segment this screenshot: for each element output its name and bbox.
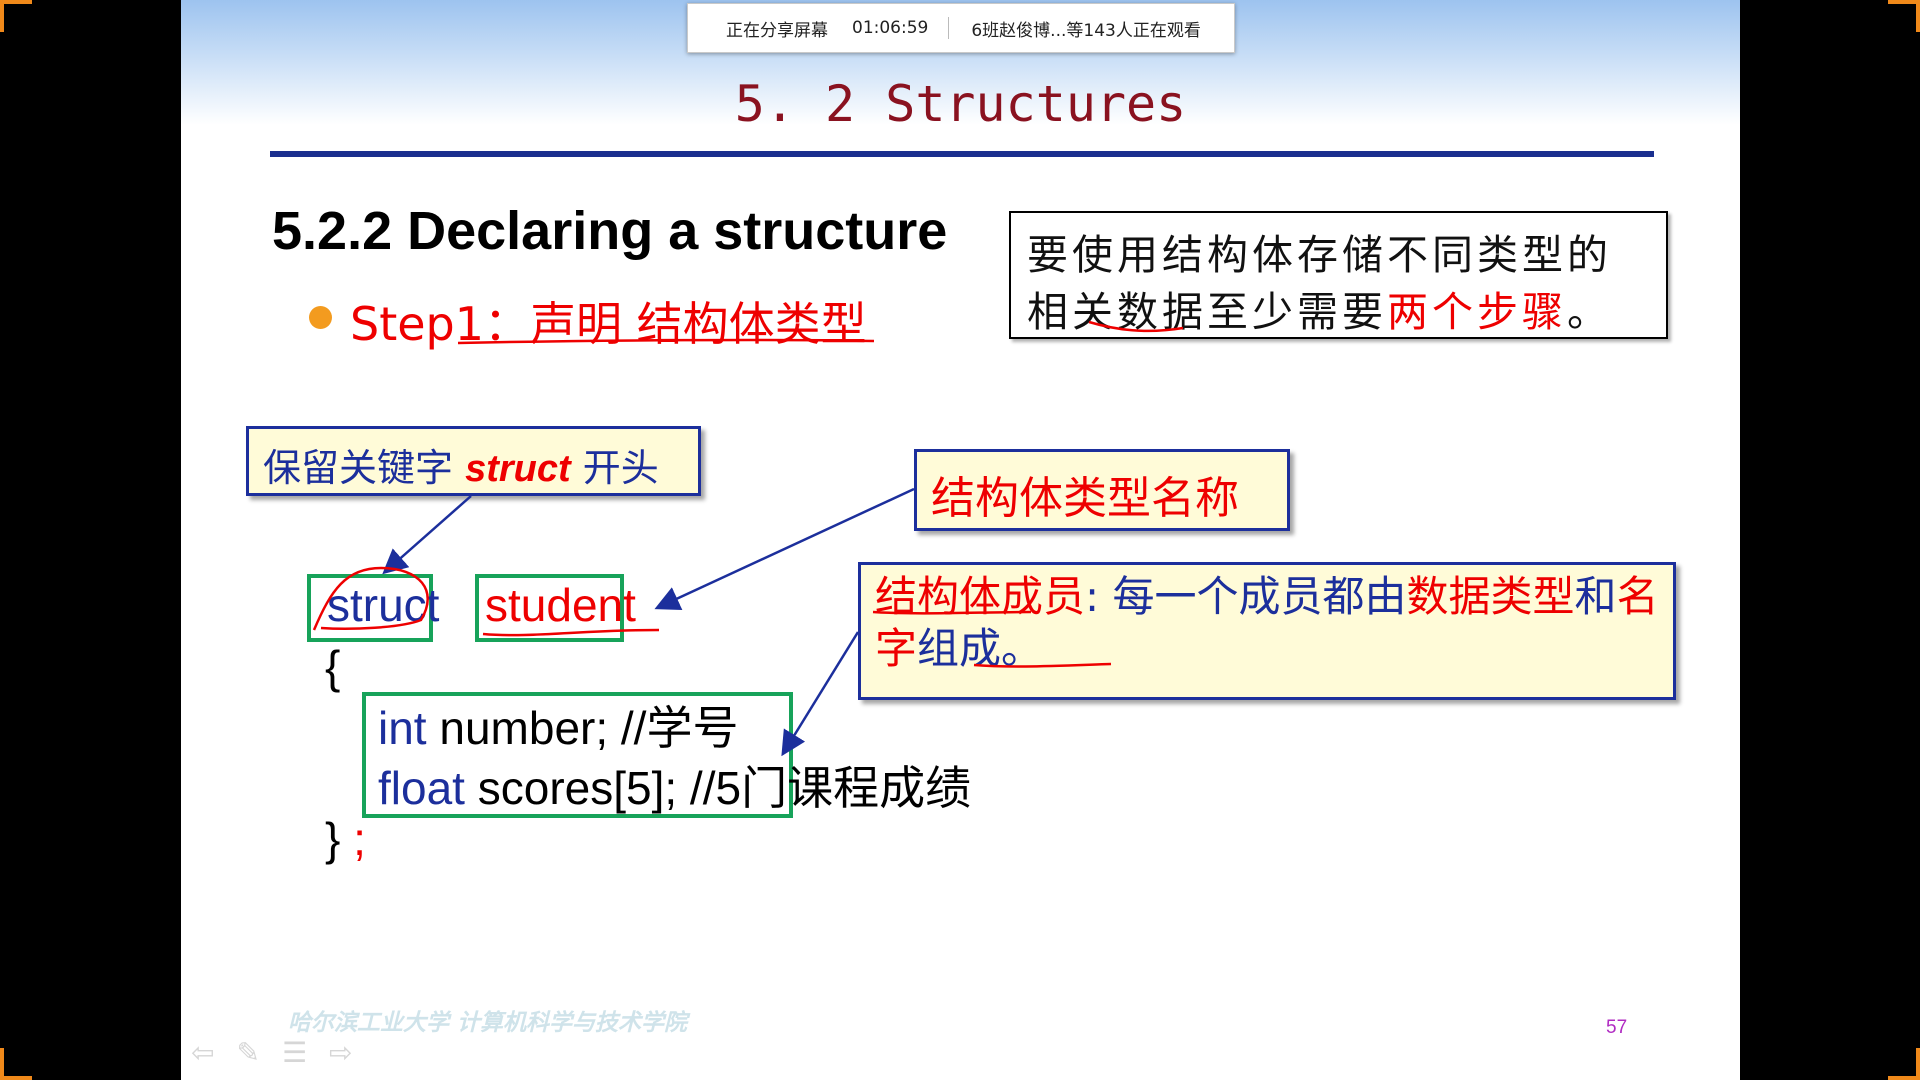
slide-nav-toolbar: ⇦ ✎ ☰ ⇨ bbox=[191, 1036, 353, 1069]
arrow-type-name bbox=[654, 487, 915, 610]
menu-icon[interactable]: ☰ bbox=[282, 1036, 307, 1069]
hand-underline-members-name bbox=[973, 662, 1112, 668]
corner-marker-top-right bbox=[1888, 0, 1920, 32]
annotation-overlay bbox=[312, 320, 1184, 757]
arrow-keyword bbox=[382, 495, 472, 575]
arrow-right-icon[interactable]: ⇨ bbox=[329, 1036, 352, 1069]
pen-icon[interactable]: ✎ bbox=[236, 1036, 259, 1069]
hand-underline-student bbox=[482, 628, 660, 637]
corner-marker-bottom-right bbox=[1888, 1048, 1920, 1080]
corner-marker-bottom-left bbox=[0, 1048, 32, 1080]
presentation-slide: 正在分享屏幕 01:06:59 6班赵俊博...等143人正在观看 5. 2 S… bbox=[181, 0, 1740, 1080]
hand-circle-struct bbox=[312, 566, 429, 631]
hand-underline-step1 bbox=[457, 338, 875, 345]
footer-brand: 哈尔滨工业大学 计算机科学与技术学院 bbox=[288, 1009, 688, 1036]
hand-underline-note bbox=[1088, 320, 1184, 333]
hand-underline-members-term bbox=[872, 610, 1032, 615]
page-number: 57 bbox=[1606, 1017, 1628, 1038]
corner-marker-top-left bbox=[0, 0, 32, 32]
arrow-members bbox=[781, 631, 860, 757]
arrow-left-icon[interactable]: ⇦ bbox=[191, 1036, 214, 1069]
